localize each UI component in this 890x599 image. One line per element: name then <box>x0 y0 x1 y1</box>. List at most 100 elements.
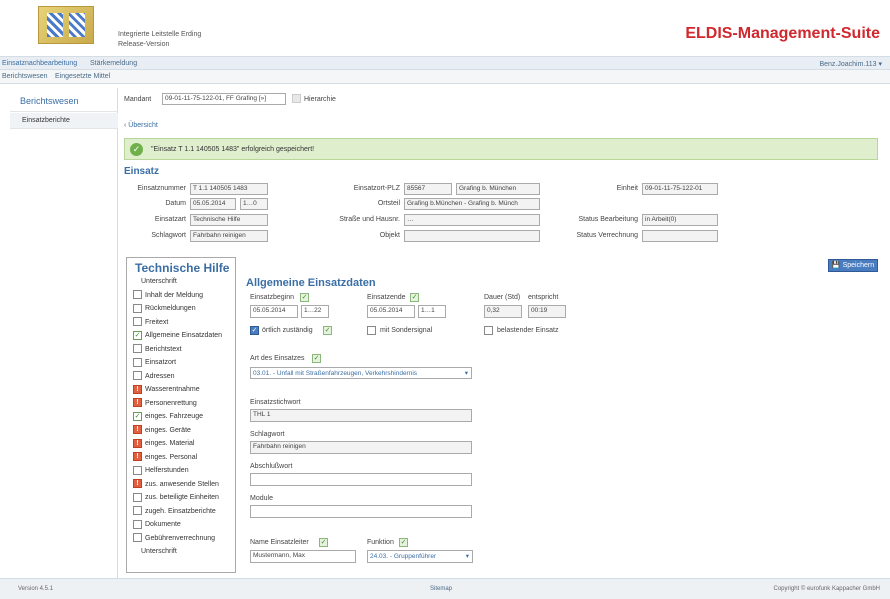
objekt-field[interactable] <box>404 230 540 242</box>
nav-berichtswesen[interactable]: Berichtswesen <box>2 73 48 80</box>
ort-field[interactable]: Grafing b. München <box>456 183 540 195</box>
checklist-item[interactable]: Adressen <box>133 371 175 382</box>
entspricht-field: 00:19 <box>528 305 566 318</box>
mandant-label: Mandant <box>124 96 152 103</box>
footer: Version 4.5.1 Sitemap Copyright © eurofu… <box>0 578 890 599</box>
empty-checkbox <box>133 519 142 529</box>
einsatzleiter-label: Name Einsatzleiter <box>250 539 309 546</box>
funktion-check-icon: ✓ <box>399 538 408 547</box>
checklist-item[interactable]: Rückmeldungen <box>133 303 196 314</box>
hierarchie-checkbox[interactable] <box>292 94 301 103</box>
mandant-field[interactable]: 09-01-11-75-122-01, FF Grafing [»] <box>162 93 286 105</box>
belastend-checkbox[interactable] <box>484 326 493 335</box>
abschlusswort-label: Abschlußwort <box>250 463 293 470</box>
user-menu[interactable]: Benz.Joachim.113 ▾ <box>819 60 882 68</box>
checklist-item[interactable]: zus. beteiligte Einheiten <box>133 492 219 503</box>
warning-icon: ! <box>133 398 142 408</box>
checklist-item[interactable]: Freitext <box>133 317 168 328</box>
empty-checkbox <box>133 303 142 313</box>
checklist-item[interactable]: Unterschrift <box>141 546 177 557</box>
checklist-item[interactable]: ! einges. Material <box>133 438 194 449</box>
schlagwort2-label: Schlagwort <box>250 431 285 438</box>
einsatzstichwort-label: Einsatzstichwort <box>250 399 301 406</box>
einsatzleiter-field[interactable]: Mustermann, Max <box>250 550 356 563</box>
oertlich-check-icon: ✓ <box>323 326 332 335</box>
schlagwort2-field[interactable]: Fahrbahn reinigen <box>250 441 472 454</box>
sitemap-link[interactable]: Sitemap <box>430 586 452 592</box>
art-check-icon: ✓ <box>312 354 321 363</box>
nav-eingesetzte-mittel[interactable]: Eingesetzte Mittel <box>55 73 110 80</box>
einsatzstichwort-field[interactable]: THL 1 <box>250 409 472 422</box>
checklist-item-label: zus. beteiligte Einheiten <box>145 494 219 501</box>
checklist-item[interactable]: ! Personenrettung <box>133 398 197 409</box>
checklist-item-label: Personenrettung <box>145 399 197 407</box>
checklist-item[interactable]: Inhalt der Meldung <box>133 290 203 301</box>
art-des-einsatzes-select[interactable]: 03.01. - Unfall mit Straßenfahrzeugen, V… <box>250 367 472 379</box>
datum-field[interactable]: 05.05.2014 <box>190 198 236 210</box>
einsatzart-field[interactable]: Technische Hilfe <box>190 214 268 226</box>
einsatzbeginn-date-field[interactable]: 05.05.2014 <box>250 305 298 318</box>
checklist-item[interactable]: Unterschrift <box>141 276 177 287</box>
empty-checkbox <box>133 492 142 502</box>
art-des-einsatzes-label: Art des Einsatzes <box>250 355 305 362</box>
checklist-item[interactable]: ! einges. Personal <box>133 452 197 463</box>
einheit-field[interactable]: 09-01-11-75-122-01 <box>642 183 718 195</box>
success-alert: ✓ "Einsatz T 1.1 140505 1483" erfolgreic… <box>124 138 878 160</box>
checklist-item-label: Adressen <box>145 372 175 380</box>
checklist-item[interactable]: ! einges. Geräte <box>133 425 191 436</box>
checklist-item-label: Unterschrift <box>141 548 177 555</box>
empty-checkbox <box>133 317 142 327</box>
copyright-text: Copyright © eurofunk Kappacher GmbH <box>773 586 880 592</box>
checklist-item[interactable]: Gebührenverrechnung <box>133 533 215 544</box>
checklist-item[interactable]: Helferstunden <box>133 465 189 476</box>
save-button[interactable]: 💾 Speichern <box>828 259 878 272</box>
checklist-item[interactable]: ✓ Allgemeine Einsatzdaten <box>133 330 222 341</box>
sidebar-title: Berichtswesen <box>20 96 79 106</box>
sidebar-item-einsatzberichte[interactable]: Einsatzberichte <box>10 113 118 129</box>
strasse-field[interactable]: … <box>404 214 540 226</box>
module-field[interactable] <box>250 505 472 518</box>
status-verrechnung-label: Status Verrechnung <box>576 232 639 239</box>
einsatzleiter-check-icon: ✓ <box>319 538 328 547</box>
funktion-select[interactable]: 24.03. - Gruppenführer <box>367 550 473 563</box>
einsatzbeginn-check-icon: ✓ <box>300 293 309 302</box>
status-verrechnung-field[interactable] <box>642 230 718 242</box>
checklist-item[interactable]: ✓ einges. Fahrzeuge <box>133 411 203 422</box>
einsatzbeginn-time-field[interactable]: 1…22 <box>301 305 329 318</box>
module-label: Module <box>250 495 273 502</box>
empty-checkbox <box>133 533 142 543</box>
checklist-item[interactable]: ! Wasserentnahme <box>133 384 200 395</box>
release-label: Release-Version <box>118 41 170 48</box>
einsatzbeginn-label: Einsatzbeginn <box>250 294 294 301</box>
checklist-item[interactable]: ! zus. anwesende Stellen <box>133 479 219 490</box>
hierarchie-label: Hierarchie <box>304 96 336 103</box>
warning-icon: ! <box>133 479 142 489</box>
checklist-item-label: Inhalt der Meldung <box>145 291 203 299</box>
empty-checkbox <box>133 290 142 300</box>
nav-staerkemeldung[interactable]: Stärkemeldung <box>90 60 137 67</box>
sondersignal-checkbox[interactable] <box>367 326 376 335</box>
check-icon: ✓ <box>133 330 142 340</box>
datum-time-field[interactable]: 1…0 <box>240 198 268 210</box>
checklist-item[interactable]: Dokumente <box>133 519 181 530</box>
einsatzende-time-field[interactable]: 1…1 <box>418 305 446 318</box>
nav-einsatznachbearbeitung[interactable]: Einsatznachbearbeitung <box>2 60 77 67</box>
checklist-item-label: Rückmeldungen <box>145 305 196 312</box>
checklist-item[interactable]: Einsatzort <box>133 357 176 368</box>
abschlusswort-field[interactable] <box>250 473 472 486</box>
checklist-item[interactable]: zugeh. Einsatzberichte <box>133 506 216 517</box>
sidebar <box>10 88 118 578</box>
oertlich-checkbox[interactable]: ✓ <box>250 326 259 335</box>
status-bearbeitung-label: Status Bearbeitung <box>578 216 638 223</box>
checklist-item[interactable]: Berichtstext <box>133 344 182 355</box>
ortsteil-field[interactable]: Grafing b.München - Grafing b. Münch <box>404 198 540 210</box>
sidebar-item-label: Einsatzberichte <box>22 117 70 124</box>
einsatznummer-field[interactable]: T 1.1 140505 1483 <box>190 183 268 195</box>
schlagwort-field[interactable]: Fahrbahn reinigen <box>190 230 268 242</box>
status-bearbeitung-field[interactable]: in Arbeit(0) <box>642 214 718 226</box>
checklist-item-label: zugeh. Einsatzberichte <box>145 507 216 515</box>
einsatzende-date-field[interactable]: 05.05.2014 <box>367 305 415 318</box>
plz-field[interactable]: 85567 <box>404 183 452 195</box>
back-link-uebersicht[interactable]: ‹ Übersicht <box>124 122 158 129</box>
panel-title: Technische Hilfe <box>135 261 230 275</box>
